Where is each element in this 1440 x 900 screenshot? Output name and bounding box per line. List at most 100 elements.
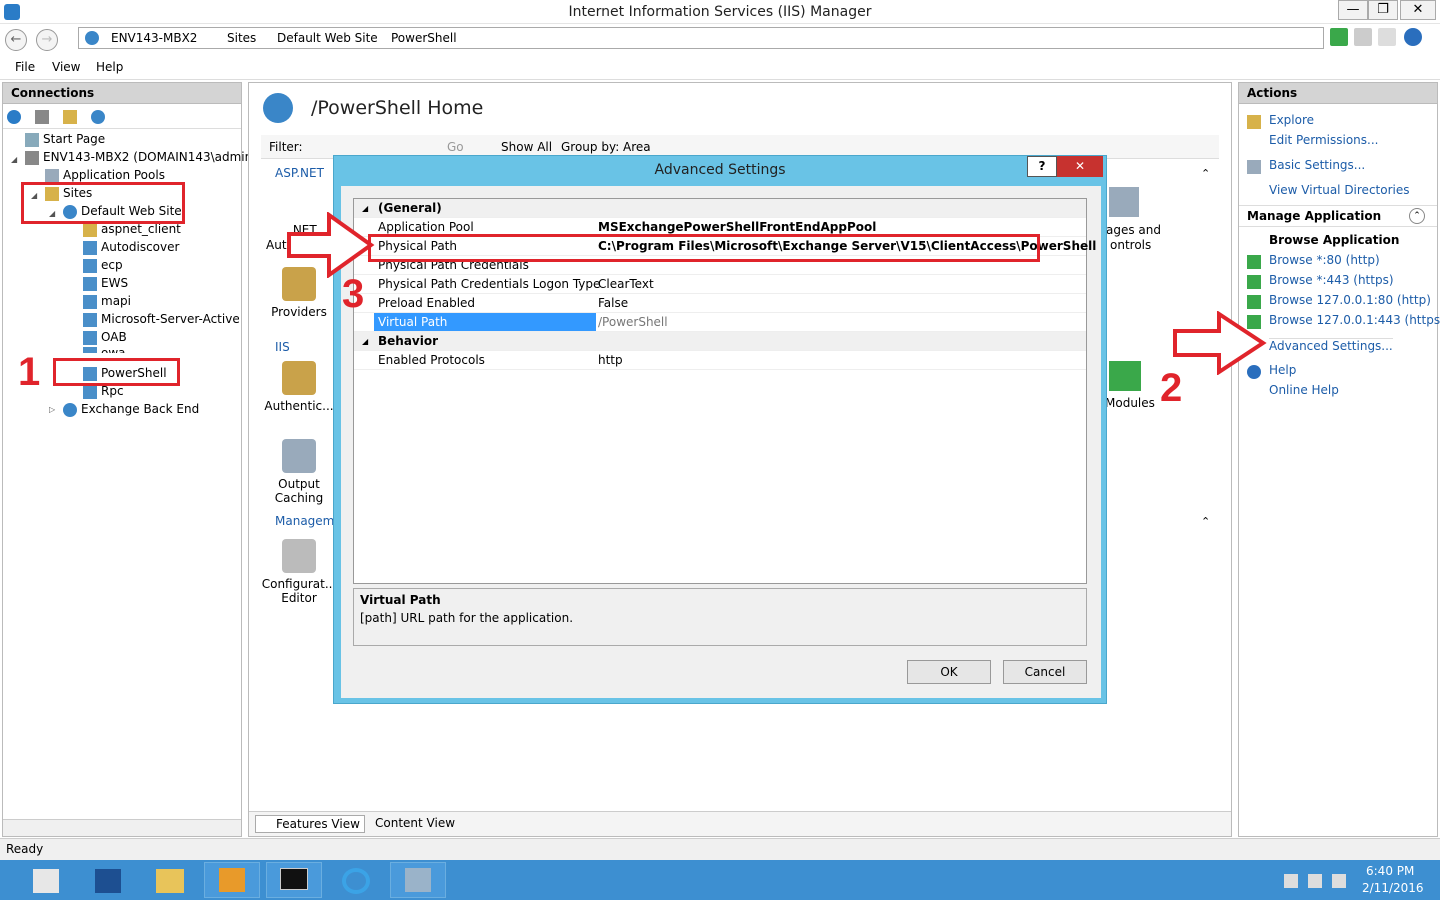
breadcrumb[interactable]: ENV143-MBX2 Sites Default Web Site Power… xyxy=(78,27,1324,49)
view-virtual-directories-link[interactable]: View Virtual Directories xyxy=(1269,183,1410,197)
browse-local-80-link[interactable]: Browse 127.0.0.1:80 (http) xyxy=(1269,293,1431,307)
filter-input[interactable] xyxy=(309,138,419,155)
apppool-icon xyxy=(45,168,59,183)
tree-ews[interactable]: EWS xyxy=(83,275,128,291)
tree-ecp[interactable]: ecp xyxy=(83,257,123,273)
breadcrumb-item[interactable]: ENV143-MBX2 xyxy=(111,30,197,46)
tree-mapi[interactable]: mapi xyxy=(83,293,131,309)
iis-taskbar-icon[interactable] xyxy=(390,862,446,898)
description-title: Virtual Path xyxy=(360,593,441,607)
back-button[interactable]: ← xyxy=(5,29,27,51)
exchange-shell-taskbar-icon[interactable] xyxy=(204,862,260,898)
go-button[interactable]: Go xyxy=(447,140,464,154)
tree-app-pools[interactable]: Application Pools xyxy=(45,167,165,183)
help-icon[interactable] xyxy=(1404,28,1422,46)
app-icon xyxy=(83,384,97,399)
app-icon xyxy=(83,312,97,327)
group-by-select[interactable]: Area xyxy=(623,140,651,154)
group-behavior[interactable]: ◢ Behavior xyxy=(354,332,1086,351)
connections-toolbar xyxy=(3,105,241,129)
speaker-icon[interactable] xyxy=(1332,874,1346,888)
show-all-button[interactable]: Show All xyxy=(501,140,552,154)
feature-authentication[interactable]: Authentic... xyxy=(261,361,337,413)
refresh-icon[interactable] xyxy=(1330,28,1348,46)
maximize-button[interactable]: ❐ xyxy=(1368,0,1398,20)
feature-pages-partial[interactable]: ages and xyxy=(1106,223,1161,237)
tree-server[interactable]: ENV143-MBX2 (DOMAIN143\admin2) xyxy=(25,149,265,165)
edit-permissions-link[interactable]: Edit Permissions... xyxy=(1269,133,1378,147)
tree-autodiscover[interactable]: Autodiscover xyxy=(83,239,179,255)
powershell-taskbar-icon[interactable] xyxy=(80,862,136,898)
features-view-tab[interactable]: Features View xyxy=(255,815,365,833)
browse-80-link[interactable]: Browse *:80 (http) xyxy=(1269,253,1380,267)
collapse-icon[interactable]: ⌃ xyxy=(1409,208,1425,224)
stop-icon[interactable] xyxy=(1354,28,1372,46)
close-window-button[interactable]: ✕ xyxy=(1400,0,1436,20)
browse-local-443-link[interactable]: Browse 127.0.0.1:443 (https) xyxy=(1269,313,1440,327)
row-preload-enabled[interactable]: Preload Enabled False xyxy=(354,294,1086,313)
menu-file[interactable]: File xyxy=(15,60,35,74)
section-management: Manageme xyxy=(275,514,342,528)
network-icon[interactable] xyxy=(1308,874,1322,888)
collapse-icon[interactable]: ▷ xyxy=(49,405,55,414)
content-view-tab[interactable]: Content View xyxy=(355,816,455,830)
forward-button[interactable]: → xyxy=(36,29,58,51)
cancel-button[interactable]: Cancel xyxy=(1003,660,1087,684)
tree-activesync[interactable]: Microsoft-Server-ActiveSy xyxy=(83,311,239,327)
arrow-3-icon xyxy=(287,212,375,278)
caching-icon xyxy=(282,439,316,473)
tree-exchange-back-end[interactable]: Exchange Back End xyxy=(63,401,199,417)
collapse-icon[interactable]: ⌃ xyxy=(1201,515,1210,528)
feature-controls-partial[interactable]: ontrols xyxy=(1110,238,1151,252)
advanced-settings-link[interactable]: Advanced Settings... xyxy=(1269,338,1393,353)
breadcrumb-item[interactable]: Default Web Site xyxy=(277,30,378,46)
explorer-taskbar-icon[interactable] xyxy=(142,862,198,898)
folder-icon xyxy=(83,222,97,237)
online-help-link[interactable]: Online Help xyxy=(1269,383,1339,397)
actions-header: Actions xyxy=(1239,83,1437,104)
server-manager-icon[interactable] xyxy=(18,862,74,898)
group-general[interactable]: ◢ (General) xyxy=(354,199,1086,218)
help-link[interactable]: Help xyxy=(1269,363,1296,377)
status-text: Ready xyxy=(6,842,44,856)
row-virtual-path[interactable]: Virtual Path/PowerShell xyxy=(354,313,1086,332)
row-logon-type[interactable]: Physical Path Credentials Logon Type Clea… xyxy=(354,275,1086,294)
home-icon[interactable] xyxy=(1378,28,1396,46)
tree-start-page[interactable]: Start Page xyxy=(25,131,105,147)
horizontal-scrollbar[interactable] xyxy=(3,819,241,836)
connect-icon[interactable] xyxy=(7,110,21,124)
minimize-button[interactable]: — xyxy=(1338,0,1368,20)
taskbar: 6:40 PM 2/11/2016 xyxy=(0,860,1440,900)
clock-time[interactable]: 6:40 PM xyxy=(1366,864,1414,878)
menu-view[interactable]: View xyxy=(52,60,80,74)
feature-output-caching[interactable]: Output Caching xyxy=(261,439,337,505)
feature-pages-icon xyxy=(1109,187,1139,217)
browse-443-link[interactable]: Browse *:443 (https) xyxy=(1269,273,1394,287)
cmd-taskbar-icon[interactable] xyxy=(266,862,322,898)
breadcrumb-item[interactable]: Sites xyxy=(227,30,256,46)
dialog-close-button[interactable]: ✕ xyxy=(1057,156,1103,177)
dialog-help-button[interactable]: ? xyxy=(1027,156,1057,177)
feature-modules[interactable]: Modules xyxy=(1105,396,1155,410)
ie-taskbar-icon[interactable] xyxy=(328,862,384,898)
arrow-2-icon xyxy=(1173,311,1267,375)
ok-button[interactable]: OK xyxy=(907,660,991,684)
expand-icon[interactable]: ◢ xyxy=(11,155,17,164)
collapse-icon[interactable]: ◢ xyxy=(362,332,368,351)
feature-config-editor[interactable]: Configurat... Editor xyxy=(261,539,337,605)
globe-icon[interactable] xyxy=(91,110,105,124)
save-icon[interactable] xyxy=(35,110,49,124)
breadcrumb-item[interactable]: PowerShell xyxy=(391,30,457,46)
folder-icon[interactable] xyxy=(63,110,77,124)
clock-date[interactable]: 2/11/2016 xyxy=(1362,881,1424,895)
basic-settings-link[interactable]: Basic Settings... xyxy=(1269,158,1365,172)
dialog-title: Advanced Settings xyxy=(654,162,786,178)
menu-help[interactable]: Help xyxy=(96,60,123,74)
globe-icon xyxy=(63,402,77,417)
tree-oab[interactable]: OAB xyxy=(83,329,127,345)
tree-owa[interactable]: owa xyxy=(83,345,126,353)
flag-icon[interactable] xyxy=(1284,874,1298,888)
collapse-icon[interactable]: ⌃ xyxy=(1201,167,1210,180)
row-enabled-protocols[interactable]: Enabled Protocols http xyxy=(354,351,1086,370)
explore-link[interactable]: Explore xyxy=(1269,113,1314,127)
